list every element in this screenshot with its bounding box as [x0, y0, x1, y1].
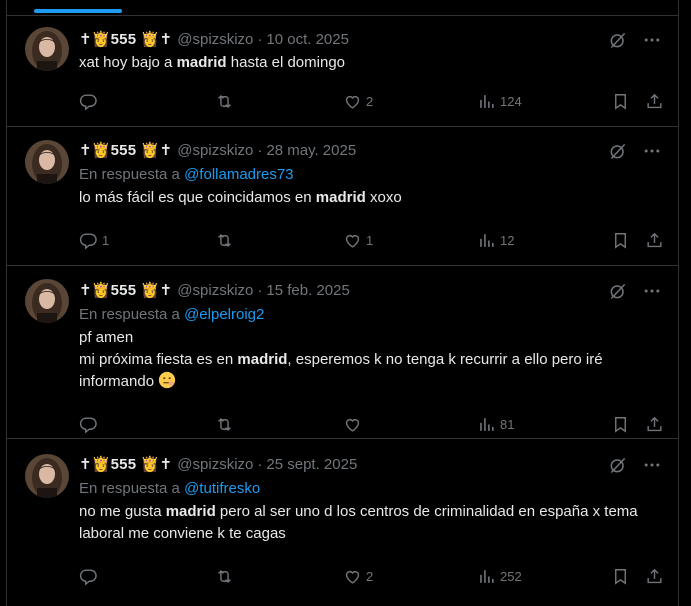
- views-icon: [477, 415, 496, 434]
- handle[interactable]: @spizskizo: [177, 141, 253, 161]
- more-icon[interactable]: [642, 281, 662, 301]
- mention-link[interactable]: @elpelroig2: [184, 306, 264, 323]
- tweet[interactable]: ✝👸555 👸✝ @spizskizo · 15 feb. 2025 En re…: [7, 266, 678, 439]
- views-icon: [477, 567, 496, 586]
- reply-button[interactable]: [79, 565, 102, 587]
- heart-icon: [343, 92, 362, 111]
- views-icon: [477, 92, 496, 111]
- grok-icon[interactable]: [608, 455, 628, 475]
- more-icon[interactable]: [642, 455, 662, 475]
- share-icon: [645, 567, 664, 586]
- handle[interactable]: @spizskizo: [177, 281, 253, 301]
- avatar[interactable]: [25, 454, 69, 498]
- heart-icon: [343, 415, 362, 434]
- reply-context: En respuesta a @follamadres73: [79, 166, 294, 183]
- bookmark-icon: [611, 231, 630, 250]
- reply-button[interactable]: [79, 413, 102, 435]
- retweet-button[interactable]: [215, 229, 238, 251]
- tweet[interactable]: ✝👸555 👸✝ @spizskizo · 25 sept. 2025 En r…: [7, 439, 678, 606]
- share-button[interactable]: [645, 90, 664, 112]
- reply-button[interactable]: [79, 90, 102, 112]
- handle[interactable]: @spizskizo: [177, 455, 253, 475]
- retweet-button[interactable]: [215, 565, 238, 587]
- display-name[interactable]: ✝👸555 👸✝: [79, 455, 172, 475]
- share-icon: [645, 231, 664, 250]
- handle[interactable]: @spizskizo: [177, 30, 253, 50]
- bookmark-button[interactable]: [611, 413, 630, 435]
- reply-icon: [79, 231, 98, 250]
- views-button[interactable]: 12: [477, 229, 514, 251]
- heart-icon: [343, 231, 362, 250]
- thinking-emoji-icon: [158, 371, 176, 389]
- tweet-text: pf amen mi próxima fiesta es en madrid, e…: [79, 329, 603, 390]
- timestamp[interactable]: 10 oct. 2025: [266, 30, 349, 50]
- like-button[interactable]: 2: [343, 90, 373, 112]
- mention-link[interactable]: @follamadres73: [184, 166, 293, 183]
- bookmark-icon: [611, 415, 630, 434]
- timestamp[interactable]: 25 sept. 2025: [266, 455, 357, 475]
- display-name[interactable]: ✝👸555 👸✝: [79, 30, 172, 50]
- reply-button[interactable]: 1: [79, 229, 109, 251]
- more-icon[interactable]: [642, 141, 662, 161]
- bookmark-button[interactable]: [611, 90, 630, 112]
- bookmark-button[interactable]: [611, 229, 630, 251]
- share-button[interactable]: [645, 229, 664, 251]
- heart-icon: [343, 567, 362, 586]
- reply-icon: [79, 92, 98, 111]
- retweet-icon: [215, 567, 234, 586]
- grok-icon[interactable]: [608, 281, 628, 301]
- share-icon: [645, 415, 664, 434]
- bookmark-icon: [611, 92, 630, 111]
- display-name[interactable]: ✝👸555 👸✝: [79, 141, 172, 161]
- separator: ·: [257, 456, 263, 473]
- active-tab-indicator: [34, 9, 122, 13]
- display-name[interactable]: ✝👸555 👸✝: [79, 281, 172, 301]
- retweet-icon: [215, 92, 234, 111]
- views-button[interactable]: 124: [477, 90, 522, 112]
- tweet-text: no me gusta madrid pero al ser uno d los…: [79, 503, 638, 542]
- avatar[interactable]: [25, 140, 69, 184]
- timeline: ✝👸555 👸✝ @spizskizo · 10 oct. 2025 xat h…: [6, 0, 679, 606]
- timestamp[interactable]: 15 feb. 2025: [266, 281, 349, 301]
- avatar[interactable]: [25, 279, 69, 323]
- tweet[interactable]: ✝👸555 👸✝ @spizskizo · 10 oct. 2025 xat h…: [7, 17, 678, 127]
- separator: ·: [257, 282, 263, 299]
- separator: ·: [257, 142, 263, 159]
- separator: ·: [257, 31, 263, 48]
- like-button[interactable]: 2: [343, 565, 373, 587]
- more-icon[interactable]: [642, 30, 662, 50]
- tweet[interactable]: ✝👸555 👸✝ @spizskizo · 28 may. 2025 En re…: [7, 127, 678, 266]
- share-button[interactable]: [645, 413, 664, 435]
- timestamp[interactable]: 28 may. 2025: [266, 141, 356, 161]
- reply-icon: [79, 567, 98, 586]
- avatar[interactable]: [25, 27, 69, 71]
- grok-icon[interactable]: [608, 30, 628, 50]
- retweet-button[interactable]: [215, 413, 238, 435]
- tab-bar: [7, 0, 678, 16]
- grok-icon[interactable]: [608, 141, 628, 161]
- bookmark-icon: [611, 567, 630, 586]
- views-button[interactable]: 252: [477, 565, 522, 587]
- views-icon: [477, 231, 496, 250]
- reply-icon: [79, 415, 98, 434]
- tweet-text: xat hoy bajo a madrid hasta el domingo: [79, 54, 346, 71]
- retweet-button[interactable]: [215, 90, 238, 112]
- bookmark-button[interactable]: [611, 565, 630, 587]
- like-button[interactable]: 1: [343, 229, 373, 251]
- views-button[interactable]: 81: [477, 413, 514, 435]
- share-icon: [645, 92, 664, 111]
- tweet-text: lo más fácil es que coincidamos en madri…: [79, 189, 402, 206]
- reply-context: En respuesta a @elpelroig2: [79, 306, 265, 323]
- reply-context: En respuesta a @tutifresko: [79, 480, 261, 497]
- like-button[interactable]: [343, 413, 366, 435]
- mention-link[interactable]: @tutifresko: [184, 480, 260, 497]
- share-button[interactable]: [645, 565, 664, 587]
- retweet-icon: [215, 231, 234, 250]
- retweet-icon: [215, 415, 234, 434]
